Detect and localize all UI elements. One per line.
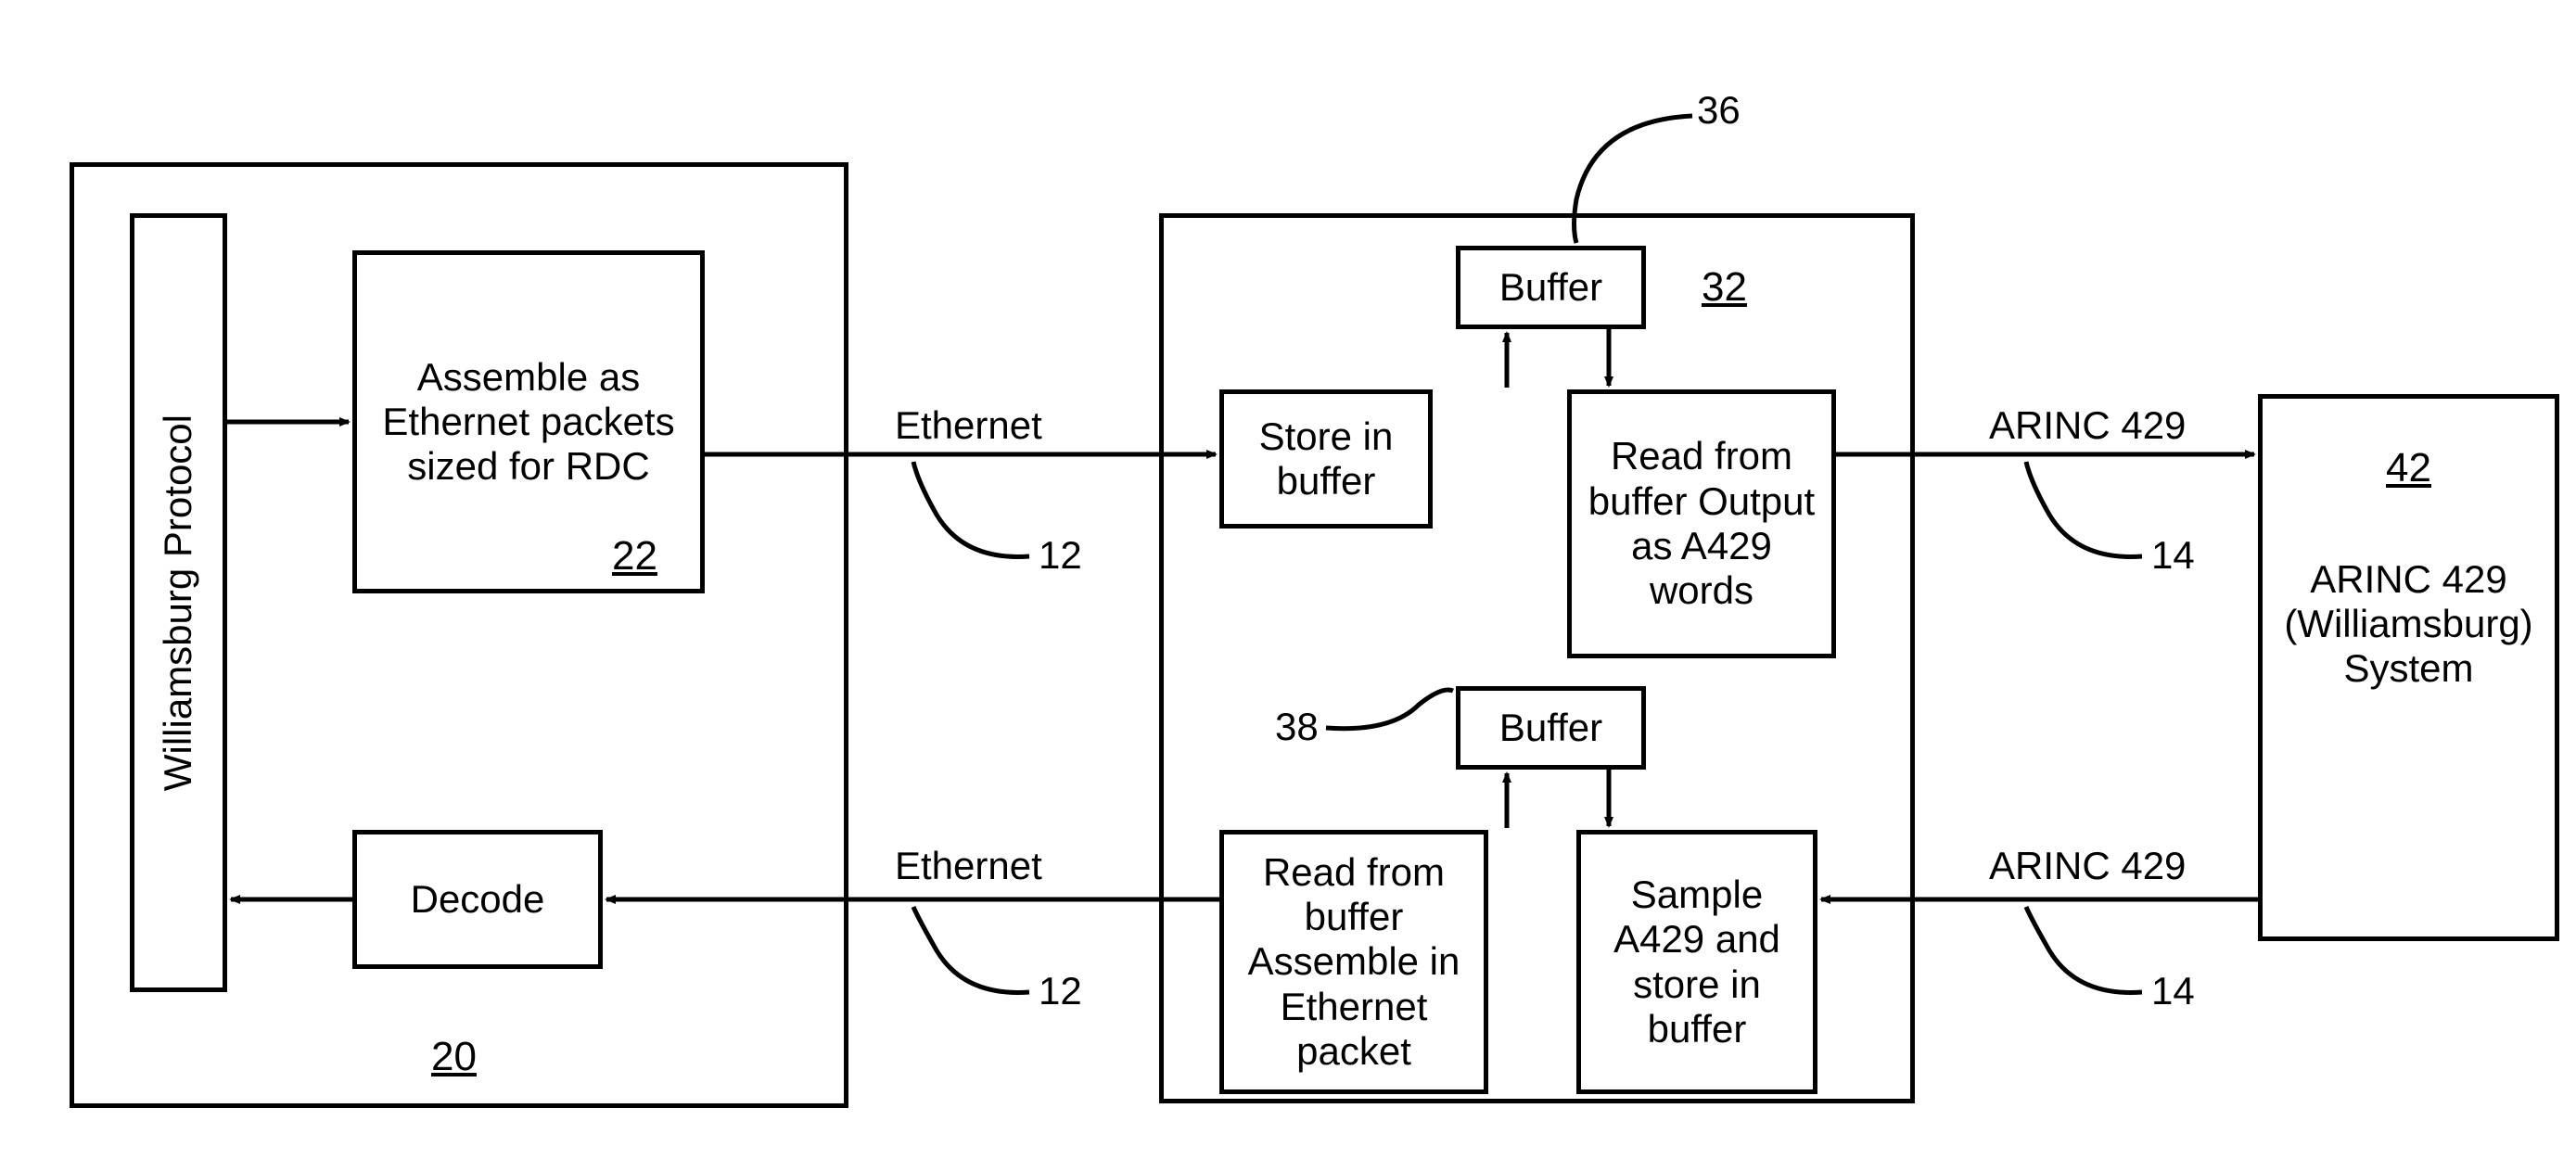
williamsburg-protocol-label: Williamsburg Protocol xyxy=(156,414,200,791)
assemble-text: Assemble as Ethernet packets sized for R… xyxy=(366,355,691,490)
arinc-top-ref: 14 xyxy=(2151,533,2195,578)
decode-text: Decode xyxy=(411,877,545,922)
arinc-bottom-ref: 14 xyxy=(2151,969,2195,1013)
arinc-bottom-label: ARINC 429 xyxy=(1989,844,2186,888)
ref-38: 38 xyxy=(1275,705,1319,749)
read-output-text: Read from buffer Output as A429 words xyxy=(1581,434,1822,613)
ref-32: 32 xyxy=(1702,264,1747,311)
ethernet-bottom-label: Ethernet xyxy=(895,844,1042,888)
buffer-bottom-text: Buffer xyxy=(1499,706,1602,750)
read-output-box: Read from buffer Output as A429 words xyxy=(1567,389,1836,658)
ref-22: 22 xyxy=(612,533,657,580)
block-42-title: ARINC 429 (Williamsburg) System xyxy=(2272,557,2545,692)
block-42: 42 ARINC 429 (Williamsburg) System xyxy=(2258,394,2559,941)
arinc-top-label: ARINC 429 xyxy=(1989,403,2186,448)
read-assemble-box: Read from buffer Assemble in Ethernet pa… xyxy=(1219,830,1488,1094)
buffer-bottom-box: Buffer xyxy=(1456,686,1646,770)
buffer-top-box: Buffer xyxy=(1456,246,1646,329)
ref-20: 20 xyxy=(431,1034,477,1080)
ethernet-top-label: Ethernet xyxy=(895,403,1042,448)
store-in-buffer-box: Store in buffer xyxy=(1219,389,1433,529)
diagram-canvas: 20 Williamsburg Protocol Assemble as Eth… xyxy=(0,0,2576,1172)
ref-36: 36 xyxy=(1697,88,1741,133)
buffer-top-text: Buffer xyxy=(1499,265,1602,310)
ethernet-top-ref: 12 xyxy=(1039,533,1082,578)
ethernet-bottom-ref: 12 xyxy=(1039,969,1082,1013)
read-assemble-text: Read from buffer Assemble in Ethernet pa… xyxy=(1233,850,1474,1074)
store-in-buffer-text: Store in buffer xyxy=(1233,414,1419,504)
williamsburg-protocol-box: Williamsburg Protocol xyxy=(130,213,227,992)
sample-box: Sample A429 and store in buffer xyxy=(1576,830,1817,1094)
decode-box: Decode xyxy=(352,830,603,969)
sample-text: Sample A429 and store in buffer xyxy=(1590,873,1804,1051)
ref-42: 42 xyxy=(2386,445,2431,492)
